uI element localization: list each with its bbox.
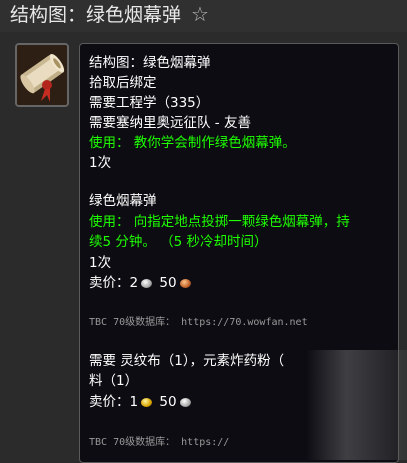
reagents-line2: 料（1） xyxy=(89,373,139,389)
created-item-name: 绿色烟幕弹 xyxy=(89,193,157,209)
tooltip-binding: 拾取后绑定 xyxy=(89,75,157,91)
recipe-sell-price: 卖价：1 50 xyxy=(89,393,194,411)
sell-silver-amount: 2 xyxy=(129,275,139,291)
created-item-sell-price: 卖价：2 50 xyxy=(89,274,194,292)
created-item-use-line1: 使用： 向指定地点投掷一颗绿色烟幕弹，持 xyxy=(89,214,350,230)
header-bar: 结构图：绿色烟幕弹 ☆ xyxy=(0,0,407,32)
created-item-charges: 1次 xyxy=(89,255,112,271)
database-link[interactable]: https:// xyxy=(181,437,229,448)
star-outline-icon[interactable]: ☆ xyxy=(191,3,209,25)
tooltip-requires-skill: 需要工程学（335） xyxy=(89,95,210,111)
gold-coin-icon xyxy=(141,398,153,407)
tooltip-item-name: 结构图：绿色烟幕弹 xyxy=(89,55,211,71)
tooltip-requires-reputation: 需要塞纳里奥远征队 - 友善 xyxy=(89,115,251,131)
created-item-use-line2: 续5 分钟。 （5 秒冷却时间） xyxy=(89,234,268,250)
tooltip-charges: 1次 xyxy=(89,155,112,171)
sell-price-label: 卖价： xyxy=(89,275,130,291)
sell-price-label: 卖价： xyxy=(89,394,130,410)
sell-gold-amount: 1 xyxy=(129,394,139,410)
database-label: TBC 70级数据库： xyxy=(89,317,176,328)
database-link[interactable]: https://70.wowfan.net xyxy=(181,317,307,328)
database-label: TBC 70级数据库： xyxy=(89,437,176,448)
tooltip-use-text: 使用： 教你学会制作绿色烟幕弹。 xyxy=(89,135,296,151)
scroll-recipe-icon xyxy=(15,43,69,107)
sell-silver-amount: 50 xyxy=(159,394,177,410)
overlay-glare xyxy=(306,350,407,460)
reagents-line1: 需要 灵纹布（1），元素炸药粉（ xyxy=(89,353,285,369)
page-title: 结构图：绿色烟幕弹 xyxy=(10,4,182,26)
database-credit-2: TBC 70级数据库： https:// xyxy=(89,436,229,450)
sell-copper-amount: 50 xyxy=(159,275,177,291)
silver-coin-icon xyxy=(179,398,191,407)
silver-coin-icon xyxy=(141,279,153,288)
database-credit-1: TBC 70级数据库： https://70.wowfan.net xyxy=(89,316,308,330)
copper-coin-icon xyxy=(179,279,191,288)
